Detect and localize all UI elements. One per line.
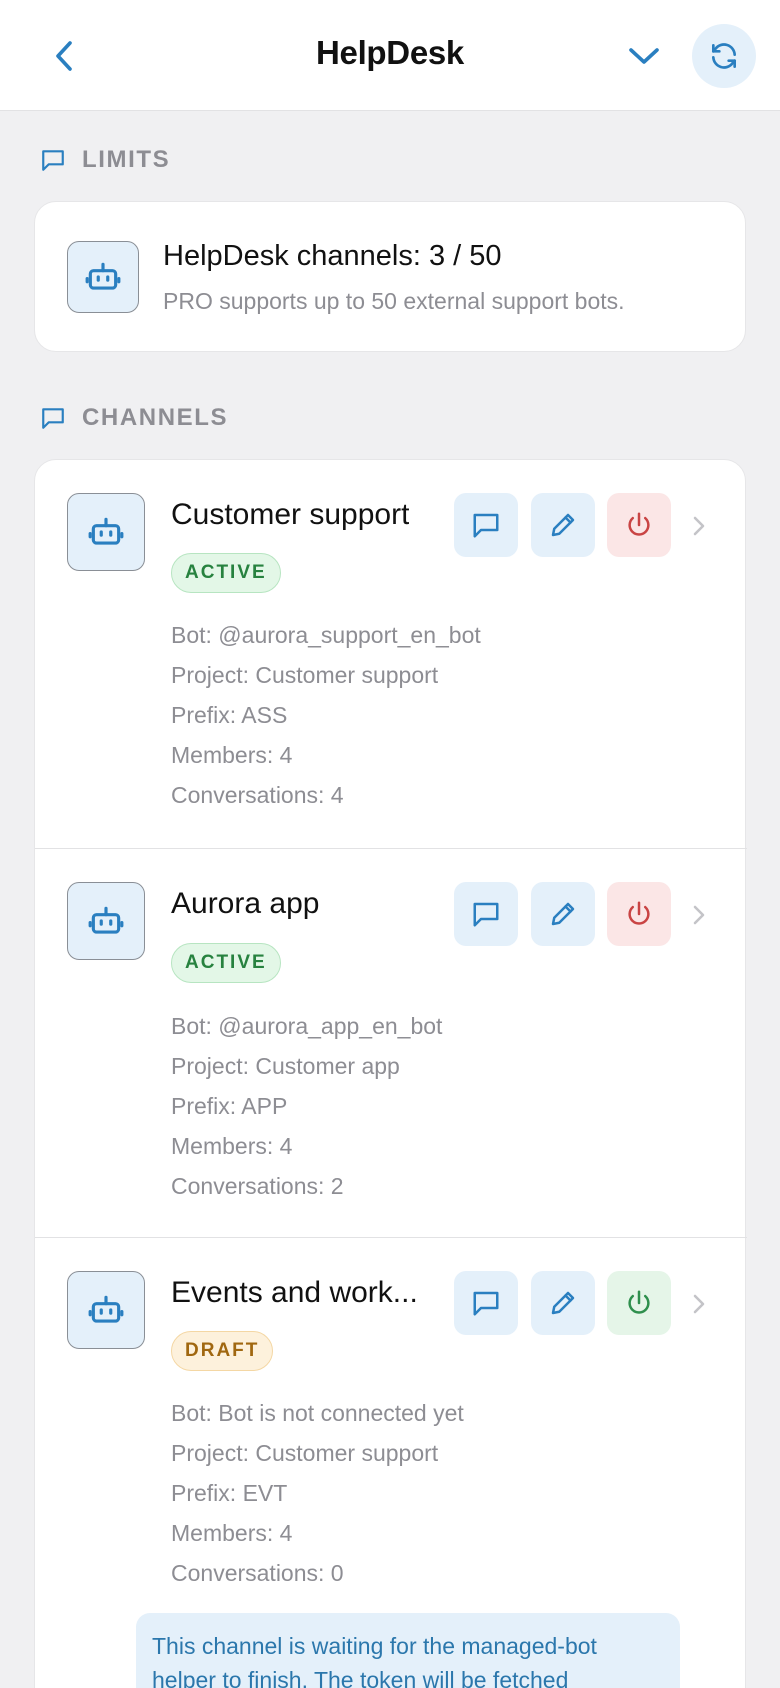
channel-prefix: Prefix: EVT [171, 1480, 288, 1506]
limits-section-header: LIMITS [40, 146, 170, 174]
robot-icon [88, 906, 124, 934]
deactivate-button[interactable] [607, 493, 671, 557]
open-chat-button[interactable] [454, 882, 518, 946]
chevron-right-icon[interactable] [687, 1289, 711, 1319]
edit-button[interactable] [531, 882, 595, 946]
limits-card: HelpDesk channels: 3 / 50 PRO supports u… [34, 201, 746, 352]
top-bar: HelpDesk [0, 0, 780, 111]
status-badge: DRAFT [171, 1331, 274, 1371]
channel-name: Aurora app [171, 887, 320, 920]
edit-button[interactable] [531, 1271, 595, 1335]
chat-icon [42, 150, 64, 171]
refresh-icon [712, 43, 736, 69]
channel-members: Members: 4 [171, 1133, 293, 1159]
limits-subtitle: PRO supports up to 50 external support b… [163, 288, 625, 314]
limits-title: HelpDesk channels: 3 / 50 [163, 240, 502, 272]
channel-conversations: Conversations: 0 [171, 1560, 344, 1586]
channel-bot: Bot: Bot is not connected yet [171, 1400, 464, 1426]
pencil-icon [551, 513, 575, 537]
bot-avatar [67, 882, 145, 960]
power-icon [628, 512, 650, 536]
open-chat-button[interactable] [454, 493, 518, 557]
power-icon [628, 1290, 650, 1314]
channel-project: Project: Customer support [171, 1440, 439, 1466]
pencil-icon [551, 902, 575, 926]
channel-project: Project: Customer support [171, 662, 439, 688]
bot-avatar [67, 493, 145, 571]
channel-name: Events and work... [171, 1276, 418, 1309]
chevron-right-icon[interactable] [687, 511, 711, 541]
deactivate-button[interactable] [607, 882, 671, 946]
channel-name: Customer support [171, 498, 410, 531]
open-chat-button[interactable] [454, 1271, 518, 1335]
section-label-channels: CHANNELS [82, 404, 229, 431]
menu-dropdown-button[interactable] [622, 36, 666, 76]
channel-members: Members: 4 [171, 1520, 293, 1546]
activate-button[interactable] [607, 1271, 671, 1335]
robot-icon [88, 517, 124, 545]
channel-conversations: Conversations: 2 [171, 1173, 344, 1199]
channel-notice: This channel is waiting for the managed-… [136, 1613, 680, 1688]
channel-prefix: Prefix: ASS [171, 702, 288, 728]
bot-avatar [67, 1271, 145, 1349]
channel-members: Members: 4 [171, 742, 293, 768]
channel-details: Bot: Bot is not connected yet Project: C… [171, 1393, 464, 1593]
power-icon [628, 901, 650, 925]
channels-section-header: CHANNELS [40, 404, 228, 432]
channel-item[interactable]: Customer support ACTIVE Bot: @aurora_sup… [35, 460, 747, 848]
channel-prefix: Prefix: APP [171, 1093, 288, 1119]
channel-item[interactable]: Aurora app ACTIVE Bot: @aurora_app_en_bo… [35, 848, 747, 1237]
channels-card: Customer support ACTIVE Bot: @aurora_sup… [34, 459, 747, 1688]
section-label-limits: LIMITS [82, 146, 171, 173]
chevron-down-icon [629, 48, 659, 64]
channel-bot: Bot: @aurora_app_en_bot [171, 1013, 443, 1039]
channel-bot: Bot: @aurora_support_en_bot [171, 622, 481, 648]
chat-icon [42, 408, 64, 429]
robot-icon [85, 262, 121, 290]
robot-icon [88, 1295, 124, 1323]
edit-button[interactable] [531, 493, 595, 557]
refresh-button[interactable] [692, 24, 756, 88]
chat-icon [473, 513, 499, 538]
bot-avatar [67, 241, 139, 313]
chat-icon [473, 902, 499, 927]
chat-icon [473, 1291, 499, 1316]
channel-conversations: Conversations: 4 [171, 782, 344, 808]
pencil-icon [551, 1291, 575, 1315]
channel-details: Bot: @aurora_support_en_bot Project: Cus… [171, 615, 481, 815]
channel-project: Project: Customer app [171, 1053, 400, 1079]
channel-details: Bot: @aurora_app_en_bot Project: Custome… [171, 1006, 442, 1206]
chevron-right-icon[interactable] [687, 900, 711, 930]
status-badge: ACTIVE [171, 943, 281, 983]
status-badge: ACTIVE [171, 553, 281, 593]
